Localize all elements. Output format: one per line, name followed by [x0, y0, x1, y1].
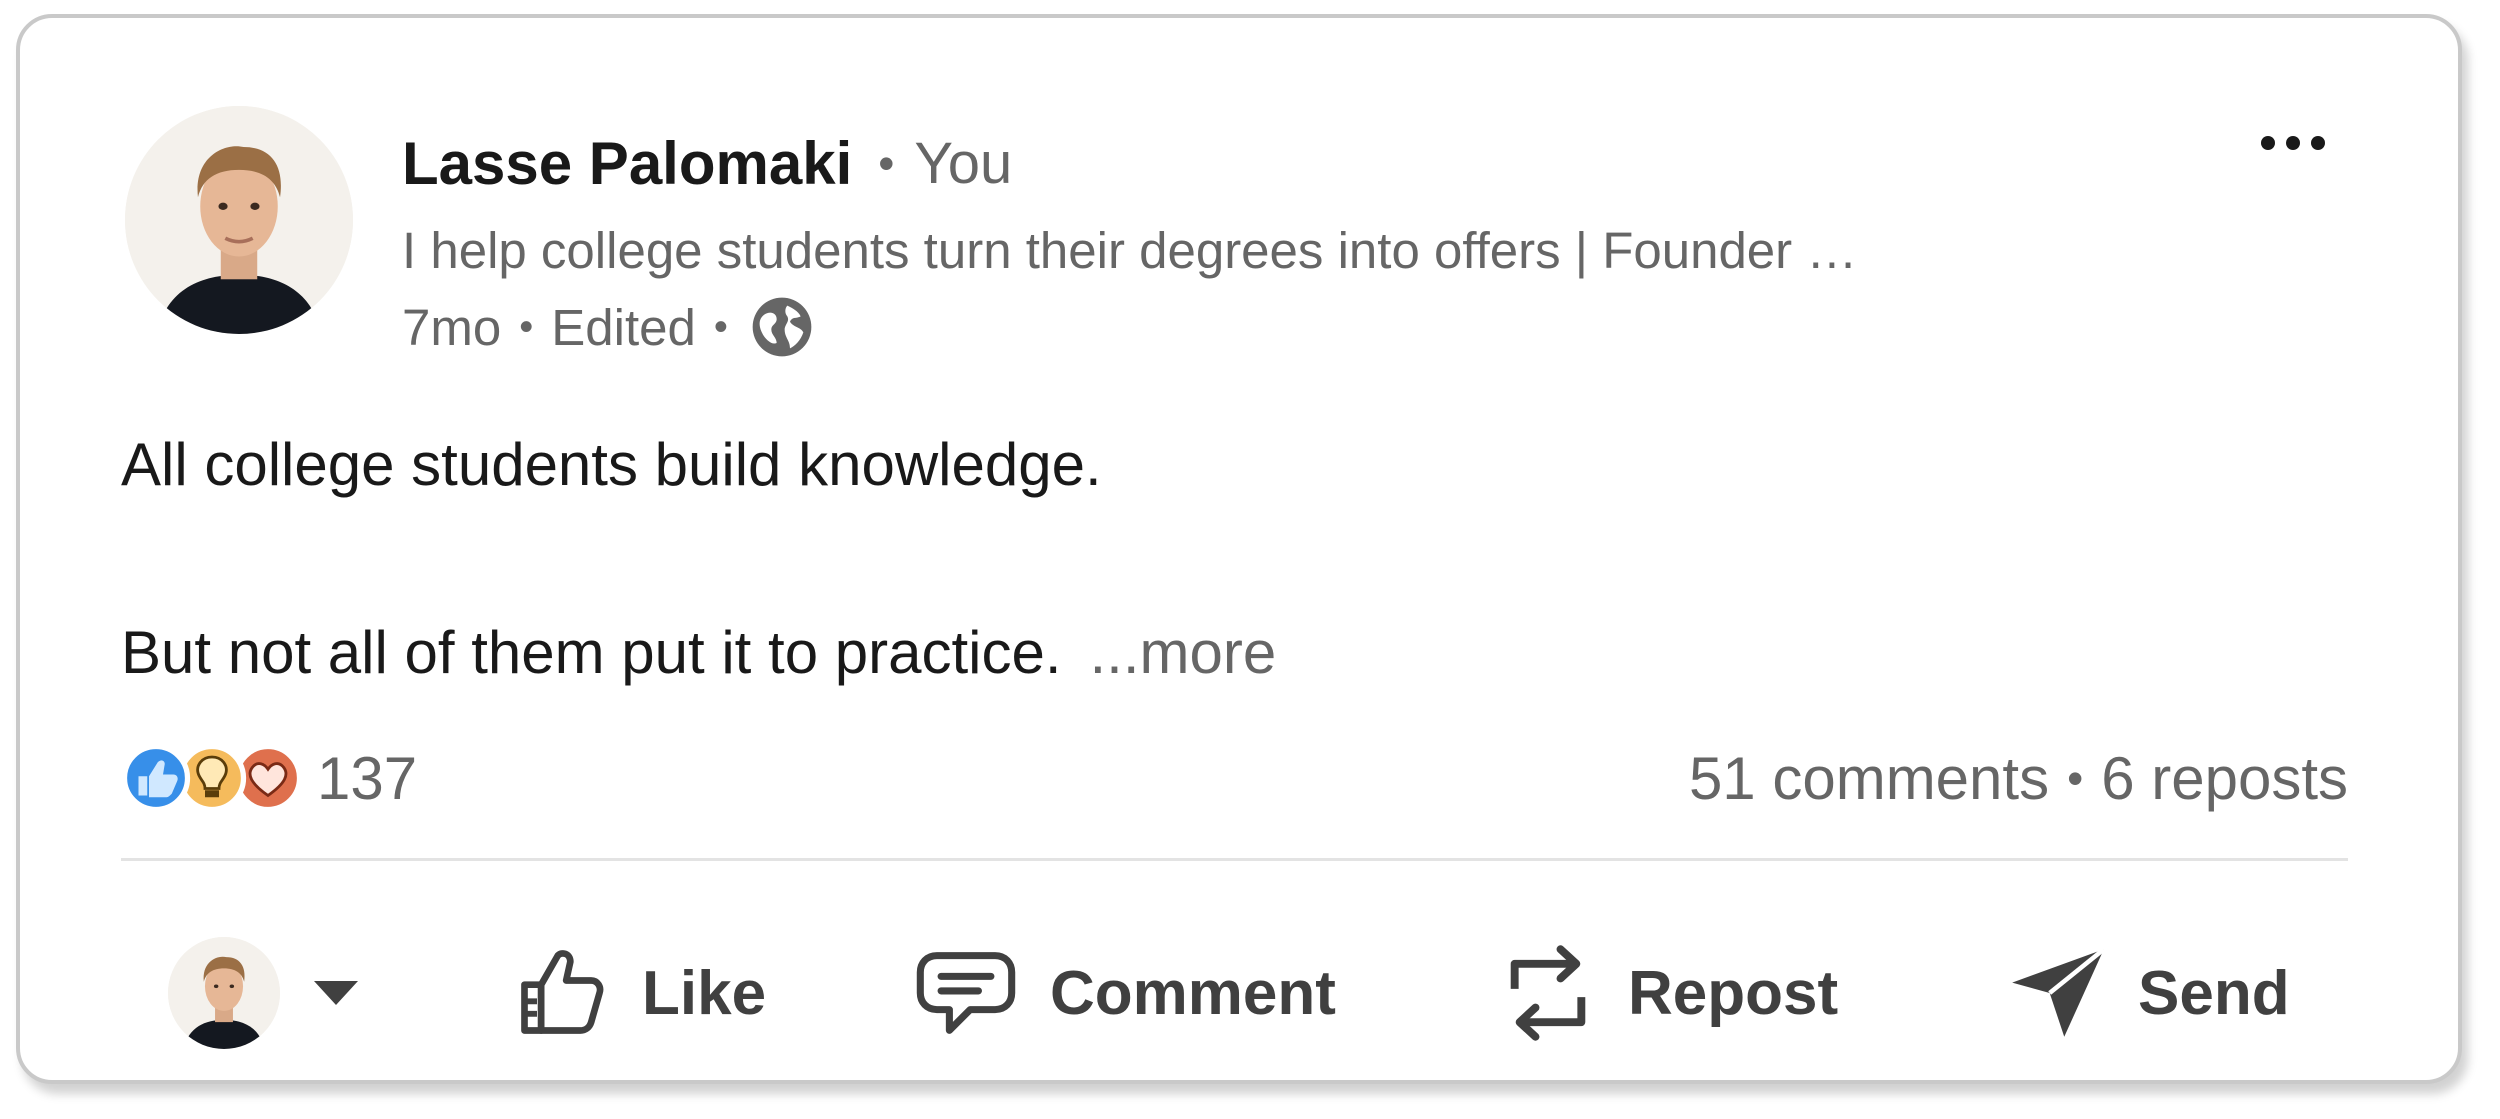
author-name[interactable]: Lasse Palomaki	[402, 129, 852, 198]
separator-dot: •	[713, 304, 728, 349]
avatar-portrait-icon	[168, 937, 280, 1049]
more-options-button[interactable]	[2248, 118, 2338, 168]
author-row: Lasse Palomaki • You	[402, 128, 1012, 198]
post-body: All college students build knowledge. Bu…	[121, 423, 1276, 695]
reaction-count: 137	[317, 744, 418, 812]
thumbs-up-icon	[521, 950, 604, 1034]
social-counts: 51 comments • 6 reposts	[1689, 741, 2348, 815]
reactions-summary[interactable]: 137	[121, 741, 417, 815]
comment-button[interactable]: Comment	[912, 918, 1336, 1068]
send-icon	[2012, 947, 2106, 1037]
author-relation: You	[914, 130, 1013, 196]
like-icon	[121, 743, 191, 813]
reposts-count-link[interactable]: 6 reposts	[2101, 744, 2348, 813]
comment-icon	[916, 952, 1016, 1034]
repost-label: Repost	[1628, 958, 1839, 1028]
globe-icon	[752, 297, 812, 357]
reactor-avatar	[168, 937, 280, 1049]
post-meta: 7mo • Edited •	[402, 294, 814, 360]
post-card: Lasse Palomaki • You I help college stud…	[16, 14, 2462, 1084]
ellipsis-icon	[2261, 136, 2325, 150]
send-button[interactable]: Send	[2008, 918, 2290, 1068]
comment-label: Comment	[1050, 958, 1336, 1028]
send-label: Send	[2138, 958, 2290, 1028]
reaction-icons	[121, 741, 317, 815]
separator-dot: •	[878, 137, 895, 189]
separator-dot: •	[519, 304, 534, 349]
reactor-switch-button[interactable]	[168, 918, 360, 1068]
post-text-line: But not all of them put it to practice.	[121, 619, 1062, 686]
like-button[interactable]: Like	[512, 918, 766, 1068]
author-avatar[interactable]	[125, 106, 353, 334]
repost-button[interactable]: Repost	[1498, 918, 1838, 1068]
see-more-link[interactable]: ...more	[1090, 619, 1277, 686]
post-text-line: All college students build knowledge.	[121, 431, 1102, 498]
edited-label: Edited	[551, 298, 696, 356]
like-label: Like	[642, 958, 767, 1028]
action-bar: Like Comment Repost Send	[20, 918, 2458, 1068]
repost-icon	[1510, 945, 1586, 1041]
post-text-line-with-more: But not all of them put it to practice..…	[121, 611, 1276, 695]
avatar-portrait-icon	[125, 106, 353, 334]
author-headline: I help college students turn their degre…	[402, 222, 1858, 279]
post-age: 7mo	[402, 298, 502, 356]
chevron-down-icon	[314, 981, 358, 1005]
comments-count-link[interactable]: 51 comments	[1689, 744, 2049, 813]
separator-dot: •	[2067, 752, 2084, 804]
divider	[121, 858, 2348, 861]
